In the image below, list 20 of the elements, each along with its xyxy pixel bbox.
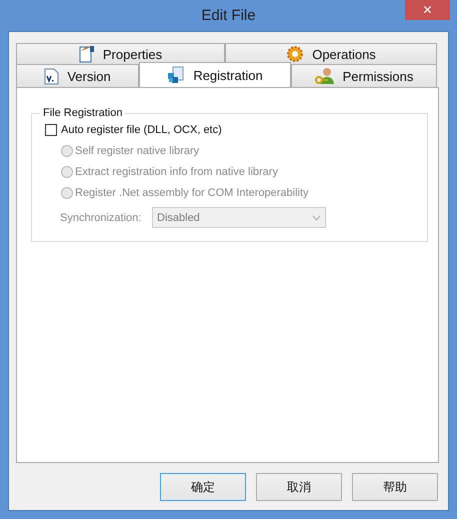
tab[interactable]: Operations	[225, 43, 437, 64]
tab[interactable]: Properties	[16, 43, 225, 64]
window-title: Edit File	[201, 7, 256, 24]
user-key-icon	[314, 67, 335, 85]
dropdown-caret-icon	[312, 214, 321, 220]
tab[interactable]: Permissions	[291, 64, 437, 87]
dialog-button[interactable]: 取消	[256, 473, 342, 501]
cubes-icon	[167, 66, 186, 84]
tab[interactable]: Version	[16, 64, 139, 87]
sync-label: Synchronization:	[60, 212, 142, 224]
checkbox[interactable]	[45, 124, 57, 136]
dialog-button[interactable]: 帮助	[352, 473, 438, 501]
group-title: File Registration	[42, 107, 124, 119]
checkbox-label[interactable]: Auto register file (DLL, OCX, etc)	[61, 124, 222, 136]
tab[interactable]: Registration	[139, 62, 291, 87]
version-file-icon	[44, 68, 60, 84]
gear-icon	[286, 45, 304, 63]
dialog-button[interactable]: 确定	[160, 473, 246, 501]
document-icon	[78, 45, 95, 63]
close-button[interactable]: ✕	[405, 0, 450, 20]
